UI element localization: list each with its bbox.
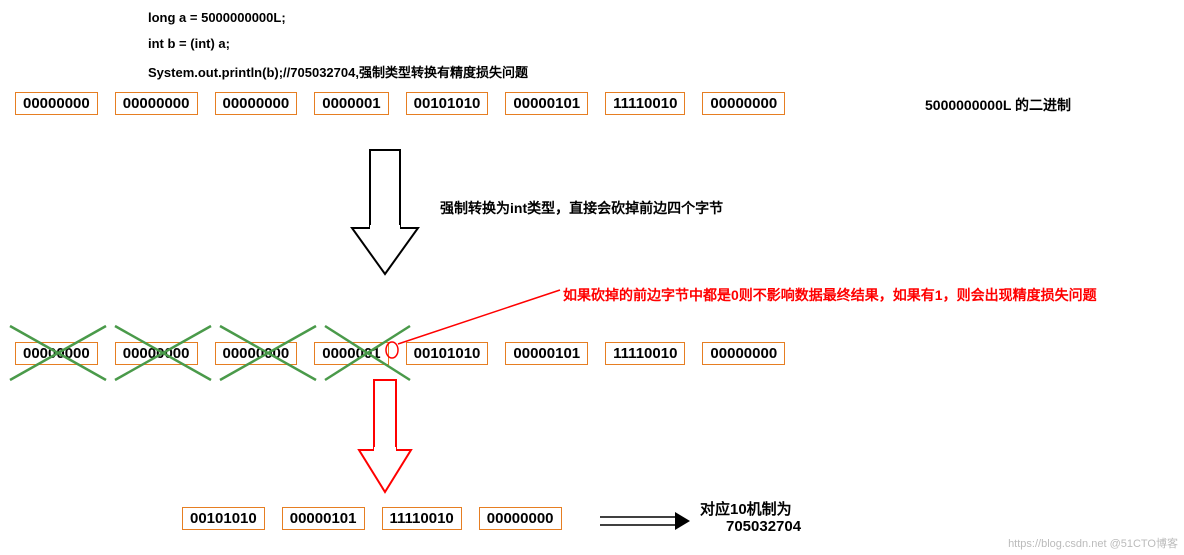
- watermark-text: https://blog.csdn.net @51CTO博客: [1008, 535, 1178, 551]
- result-label: 对应10机制为: [700, 498, 792, 519]
- step2-label: 如果砍掉的前边字节中都是0则不影响数据最终结果，如果有1，则会出现精度损失问题: [563, 285, 1097, 305]
- arrow-down-red-icon: [357, 378, 413, 496]
- code-line-3: System.out.println(b);//705032704,强制类型转换…: [148, 62, 528, 81]
- byte-box: 00000101: [505, 92, 588, 115]
- byte-row-1: 00000000 00000000 00000000 0000001 00101…: [15, 92, 802, 115]
- byte-box: 11110010: [605, 92, 685, 115]
- byte-box: 00000000: [702, 342, 785, 365]
- byte-box: 00000000: [702, 92, 785, 115]
- byte-box: 00000000: [215, 92, 298, 115]
- byte-row-3: 00101010 00000101 11110010 00000000: [182, 507, 579, 530]
- row1-label: 5000000000L 的二进制: [925, 95, 1071, 115]
- arrow-down-icon: [350, 148, 420, 276]
- code-line-2: int b = (int) a;: [148, 36, 230, 51]
- byte-box: 00101010: [182, 507, 265, 530]
- byte-box: 11110010: [605, 342, 685, 365]
- code-line-1: long a = 5000000000L;: [148, 10, 286, 25]
- byte-box: 11110010: [382, 507, 462, 530]
- byte-box: 00000000: [115, 92, 198, 115]
- implies-arrow-icon: [600, 512, 690, 530]
- cross-out-icon: [10, 326, 410, 380]
- result-value: 705032704: [726, 518, 801, 535]
- byte-box: 00000000: [479, 507, 562, 530]
- byte-box: 00000101: [282, 507, 365, 530]
- step1-label: 强制转换为int类型，直接会砍掉前边四个字节: [440, 198, 723, 218]
- byte-box: 0000001: [314, 92, 388, 115]
- byte-box: 00000000: [15, 92, 98, 115]
- byte-box: 00101010: [406, 92, 489, 115]
- highlight-circle-icon: [380, 288, 580, 358]
